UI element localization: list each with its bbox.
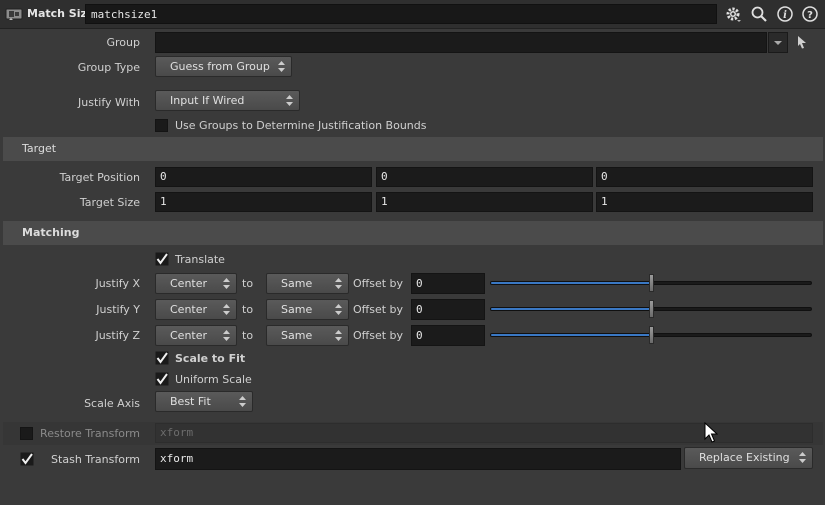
slider-handle[interactable]: [649, 300, 654, 318]
offset-label: Offset by: [353, 303, 404, 316]
translate-checkbox[interactable]: [155, 252, 169, 266]
justify-x-menu[interactable]: Center: [155, 273, 237, 294]
group-field[interactable]: [155, 32, 767, 53]
group-type-value: Guess from Group: [170, 60, 270, 73]
target-size-label: Target Size: [79, 196, 140, 209]
slider-fill: [491, 334, 651, 336]
matching-section-title: Matching: [22, 226, 80, 239]
up-down-arrows-icon: [335, 330, 342, 341]
target-size-z[interactable]: 1: [596, 192, 813, 212]
target-section-header[interactable]: Target: [3, 137, 823, 161]
justify-z-offset-field[interactable]: 0: [411, 325, 485, 346]
up-down-arrows-icon: [286, 95, 293, 106]
up-down-arrows-icon: [223, 278, 230, 289]
justify-y-value: Center: [170, 303, 208, 316]
scale-to-fit-label: Scale to Fit: [175, 352, 246, 365]
justify-y-offset-field[interactable]: 0: [411, 299, 485, 320]
group-dropdown-button[interactable]: [768, 32, 788, 53]
select-arrow-icon[interactable]: [795, 34, 809, 50]
slider-fill: [491, 282, 651, 284]
matching-section-header[interactable]: Matching: [3, 221, 823, 245]
slider-handle[interactable]: [649, 274, 654, 292]
up-down-arrows-icon: [335, 304, 342, 315]
justify-z-label: Justify Z: [95, 329, 140, 342]
justify-y-label: Justify Y: [96, 303, 140, 316]
target-section-title: Target: [22, 142, 57, 155]
target-position-x[interactable]: 0: [155, 167, 372, 187]
search-icon[interactable]: [750, 5, 768, 23]
justify-x-label: Justify X: [95, 277, 140, 290]
target-position-label: Target Position: [59, 171, 140, 184]
up-down-arrows-icon: [223, 304, 230, 315]
scale-axis-value: Best Fit: [170, 395, 211, 408]
chevron-down-icon: [774, 41, 782, 45]
mouse-cursor-icon: [704, 422, 718, 443]
group-type-label: Group Type: [77, 61, 140, 74]
help-icon[interactable]: ?: [801, 5, 819, 23]
use-groups-checkbox[interactable]: [155, 119, 168, 132]
svg-text:i: i: [783, 10, 787, 21]
stash-transform-label: Stash Transform: [51, 453, 140, 466]
justify-x-offset-field[interactable]: 0: [411, 273, 485, 294]
svg-text:?: ?: [807, 10, 813, 21]
justify-y-to-value: Same: [281, 303, 313, 316]
scale-to-fit-checkbox[interactable]: [155, 351, 169, 365]
up-down-arrows-icon: [799, 452, 806, 463]
target-size-y[interactable]: 1: [376, 192, 593, 212]
up-down-arrows-icon: [223, 330, 230, 341]
justify-z-to-menu[interactable]: Same: [266, 325, 349, 346]
up-down-arrows-icon: [239, 396, 246, 407]
translate-label: Translate: [175, 253, 225, 266]
scale-axis-label: Scale Axis: [84, 397, 140, 410]
justify-y-menu[interactable]: Center: [155, 299, 237, 320]
group-type-menu[interactable]: Guess from Group: [155, 56, 292, 77]
node-name-field[interactable]: matchsize1: [85, 4, 717, 24]
justify-with-value: Input If Wired: [170, 94, 245, 107]
stash-transform-field[interactable]: xform: [155, 448, 681, 470]
uniform-scale-checkbox[interactable]: [155, 372, 169, 386]
target-size-x[interactable]: 1: [155, 192, 372, 212]
up-down-arrows-icon: [278, 61, 285, 72]
justify-x-to-value: Same: [281, 277, 313, 290]
restore-transform-label: Restore Transform: [40, 427, 140, 440]
gear-icon[interactable]: [724, 5, 742, 23]
to-label: to: [242, 303, 254, 316]
group-label: Group: [106, 36, 141, 49]
stash-mode-value: Replace Existing: [699, 451, 790, 464]
justify-x-to-menu[interactable]: Same: [266, 273, 349, 294]
to-label: to: [242, 329, 254, 342]
justify-with-label: Justify With: [78, 96, 140, 109]
offset-label: Offset by: [353, 329, 404, 342]
slider-fill: [491, 308, 651, 310]
use-groups-label: Use Groups to Determine Justification Bo…: [175, 119, 427, 132]
stash-mode-menu[interactable]: Replace Existing: [684, 447, 813, 469]
scale-axis-menu[interactable]: Best Fit: [155, 391, 253, 412]
justify-y-to-menu[interactable]: Same: [266, 299, 349, 320]
up-down-arrows-icon: [335, 278, 342, 289]
justify-z-value: Center: [170, 329, 208, 342]
node-type-icon[interactable]: [5, 7, 23, 21]
justify-z-to-value: Same: [281, 329, 313, 342]
justify-with-menu[interactable]: Input If Wired: [155, 90, 300, 111]
info-icon[interactable]: i: [776, 5, 794, 23]
justify-z-menu[interactable]: Center: [155, 325, 237, 346]
slider-handle[interactable]: [649, 326, 654, 344]
uniform-scale-label: Uniform Scale: [175, 373, 252, 386]
to-label: to: [242, 277, 254, 290]
offset-label: Offset by: [353, 277, 404, 290]
justify-x-value: Center: [170, 277, 208, 290]
target-position-z[interactable]: 0: [596, 167, 813, 187]
target-position-y[interactable]: 0: [376, 167, 593, 187]
